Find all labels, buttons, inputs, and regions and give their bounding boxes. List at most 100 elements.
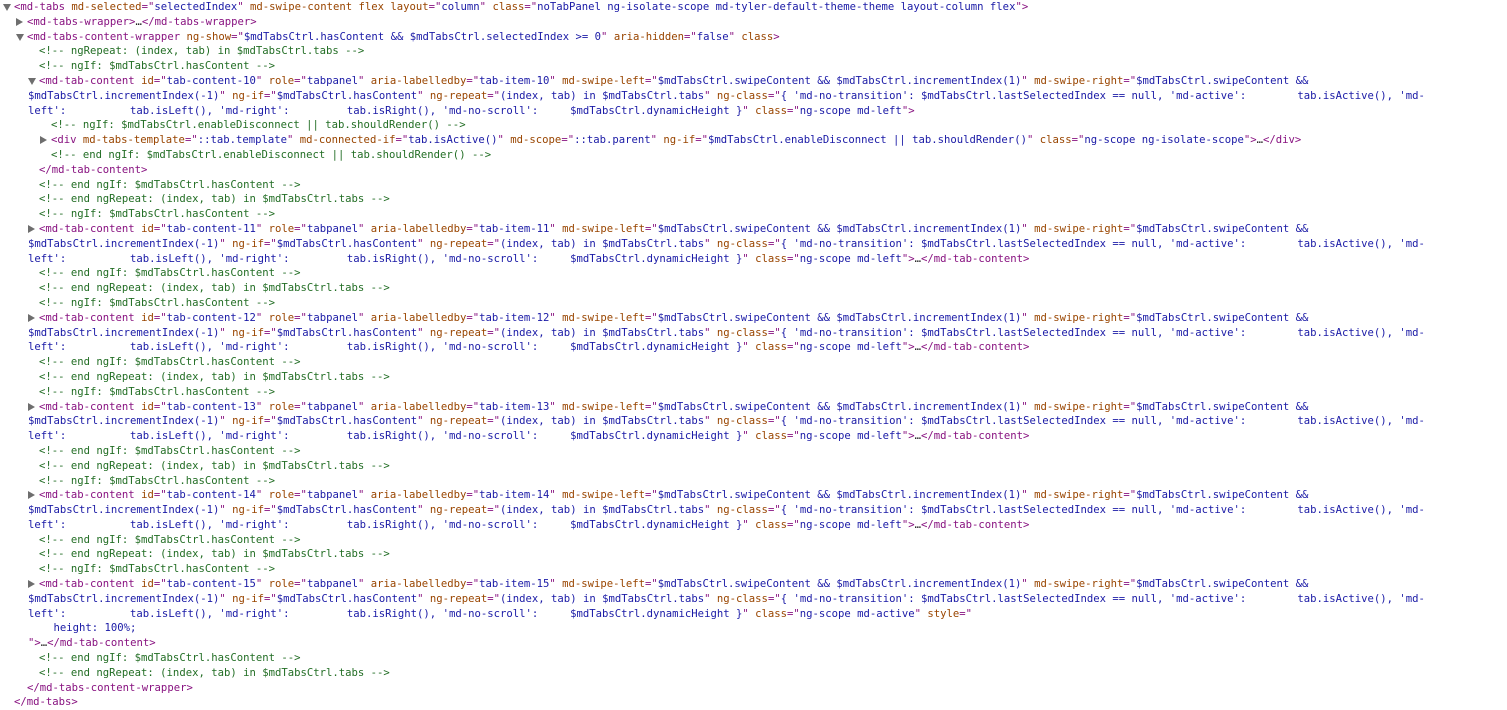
dom-node-row[interactable]: <!-- ngIf: $mdTabsCtrl.enableDisconnect …: [0, 118, 1507, 133]
dom-node-row[interactable]: </md-tabs>: [0, 695, 1507, 710]
dom-node-row[interactable]: $mdTabsCtrl.incrementIndex(-1)" ng-if="$…: [0, 592, 1507, 607]
tag-token: </md-tab-content>: [920, 252, 1030, 265]
collapse-triangle-right-icon[interactable]: [28, 313, 35, 322]
dom-node-row[interactable]: <!-- end ngIf: $mdTabsCtrl.hasContent --…: [0, 533, 1507, 548]
attr-name-token: class: [755, 607, 787, 620]
dom-node-row[interactable]: <!-- end ngRepeat: (index, tab) in $mdTa…: [0, 459, 1507, 474]
punct-token: ": [549, 578, 563, 591]
punct-token: ": [1021, 74, 1035, 87]
punct-token: =": [264, 415, 277, 428]
comment-token: <!-- end ngIf: $mdTabsCtrl.hasContent --…: [39, 444, 301, 457]
dom-node-row[interactable]: <!-- end ngRepeat: (index, tab) in $mdTa…: [0, 281, 1507, 296]
collapse-triangle-right-icon[interactable]: [40, 136, 47, 145]
comment-token: <!-- end ngIf: $mdTabsCtrl.hasContent --…: [39, 652, 301, 665]
punct-token: ": [255, 222, 269, 235]
dom-node-row[interactable]: $mdTabsCtrl.incrementIndex(-1)" ng-if="$…: [0, 326, 1507, 341]
dom-node-row[interactable]: <md-tab-content id="tab-content-15" role…: [0, 577, 1507, 592]
dom-node-row[interactable]: <md-tab-content id="tab-content-14" role…: [0, 488, 1507, 503]
dom-node-row[interactable]: left': tab.isLeft(), 'md-right': tab.isR…: [0, 518, 1507, 533]
dom-node-row[interactable]: $mdTabsCtrl.incrementIndex(-1)" ng-if="$…: [0, 237, 1507, 252]
dom-node-row[interactable]: <!-- ngIf: $mdTabsCtrl.hasContent -->: [0, 207, 1507, 222]
dom-node-row[interactable]: <md-tab-content id="tab-content-11" role…: [0, 222, 1507, 237]
dom-node-row[interactable]: left': tab.isLeft(), 'md-right': tab.isR…: [0, 340, 1507, 355]
dom-node-row[interactable]: $mdTabsCtrl.incrementIndex(-1)" ng-if="$…: [0, 89, 1507, 104]
punct-token: =": [395, 134, 409, 147]
punct-token: =": [153, 400, 167, 413]
attr-value-token: ::tab.parent: [574, 134, 651, 147]
dom-node-row[interactable]: </md-tabs-content-wrapper>: [0, 681, 1507, 696]
attr-value-token: left': tab.isLeft(), 'md-right': tab.isR…: [28, 341, 743, 354]
collapse-triangle-right-icon[interactable]: [28, 402, 35, 411]
attr-name-token: md-swipe-left: [562, 222, 646, 235]
attr-name-token: md-swipe-left: [562, 311, 646, 324]
punct-token: =": [787, 252, 800, 265]
expand-triangle-down-icon[interactable]: [28, 77, 36, 85]
tag-token: <md-tabs-wrapper>: [27, 15, 136, 28]
punct-token: =": [153, 222, 167, 235]
dom-node-row[interactable]: <!-- end ngIf: $mdTabsCtrl.hasContent --…: [0, 266, 1507, 281]
dom-node-row[interactable]: left': tab.isLeft(), 'md-right': tab.isR…: [0, 607, 1507, 622]
attr-name-token: id: [141, 489, 154, 502]
comment-token: <!-- end ngRepeat: (index, tab) in $mdTa…: [39, 548, 390, 561]
dom-node-row[interactable]: <!-- ngIf: $mdTabsCtrl.hasContent -->: [0, 59, 1507, 74]
punct-token: =": [645, 400, 658, 413]
dom-node-row[interactable]: <div md-tabs-template="::tab.template" m…: [0, 133, 1507, 148]
dom-node-row[interactable]: <!-- end ngIf: $mdTabsCtrl.hasContent --…: [0, 651, 1507, 666]
attr-value-token: $mdTabsCtrl.hasContent: [276, 237, 418, 250]
punct-token: ">: [901, 341, 915, 354]
collapse-triangle-right-icon[interactable]: [28, 491, 35, 500]
dom-node-row[interactable]: <md-tabs-wrapper>…</md-tabs-wrapper>: [0, 15, 1507, 30]
dom-node-row[interactable]: height: 100%;: [0, 621, 1507, 636]
expand-triangle-down-icon[interactable]: [16, 33, 24, 41]
punct-token: ": [219, 326, 233, 339]
dom-node-row[interactable]: <!-- end ngRepeat: (index, tab) in $mdTa…: [0, 192, 1507, 207]
dom-node-row[interactable]: <!-- ngIf: $mdTabsCtrl.hasContent -->: [0, 385, 1507, 400]
dom-node-row[interactable]: left': tab.isLeft(), 'md-right': tab.isR…: [0, 104, 1507, 119]
dom-node-row[interactable]: <!-- end ngIf: $mdTabsCtrl.enableDisconn…: [0, 148, 1507, 163]
attr-name-token: id: [141, 400, 154, 413]
collapse-triangle-right-icon[interactable]: [16, 17, 23, 26]
dom-node-row[interactable]: <!-- end ngIf: $mdTabsCtrl.hasContent --…: [0, 444, 1507, 459]
attr-value-token: $mdTabsCtrl.incrementIndex(-1): [28, 504, 220, 517]
dom-node-row[interactable]: <md-tab-content id="tab-content-10" role…: [0, 74, 1507, 89]
dom-node-row[interactable]: $mdTabsCtrl.incrementIndex(-1)" ng-if="$…: [0, 503, 1507, 518]
attr-value-token: $mdTabsCtrl.swipeContent &&: [1136, 311, 1309, 324]
collapse-triangle-right-icon[interactable]: [28, 224, 35, 233]
attr-name-token: id: [141, 74, 154, 87]
dom-node-row[interactable]: $mdTabsCtrl.incrementIndex(-1)" ng-if="$…: [0, 414, 1507, 429]
dom-node-row[interactable]: <!-- ngIf: $mdTabsCtrl.hasContent -->: [0, 562, 1507, 577]
dom-node-row[interactable]: <!-- end ngRepeat: (index, tab) in $mdTa…: [0, 370, 1507, 385]
dom-node-row[interactable]: <!-- end ngRepeat: (index, tab) in $mdTa…: [0, 547, 1507, 562]
attr-value-token: tab-item-11: [479, 222, 550, 235]
dom-node-row[interactable]: left': tab.isLeft(), 'md-right': tab.isR…: [0, 252, 1507, 267]
punct-token: ": [728, 30, 742, 43]
dom-node-row[interactable]: <md-tabs-content-wrapper ng-show="$mdTab…: [0, 30, 1507, 45]
attr-name-token: ng-if: [232, 326, 264, 339]
dom-node-row[interactable]: <md-tab-content id="tab-content-13" role…: [0, 400, 1507, 415]
punct-token: =": [1123, 578, 1137, 591]
dom-node-row[interactable]: ">…</md-tab-content>: [0, 636, 1507, 651]
punct-token: =": [487, 504, 501, 517]
attr-value-token: $mdTabsCtrl.incrementIndex(-1): [28, 592, 220, 605]
dom-node-row[interactable]: <md-tabs md-selected="selectedIndex" md-…: [0, 0, 1507, 15]
tag-token: <md-tab-content: [39, 489, 142, 502]
punct-token: ": [357, 74, 371, 87]
dom-node-row[interactable]: <!-- ngRepeat: (index, tab) in $mdTabsCt…: [0, 44, 1507, 59]
dom-node-row[interactable]: <md-tab-content id="tab-content-12" role…: [0, 311, 1507, 326]
attr-name-token: ng-repeat: [429, 89, 488, 102]
dom-node-row[interactable]: <!-- end ngIf: $mdTabsCtrl.hasContent --…: [0, 178, 1507, 193]
punct-token: ": [1021, 222, 1035, 235]
dom-node-row[interactable]: <!-- ngIf: $mdTabsCtrl.hasContent -->: [0, 296, 1507, 311]
attr-value-token: $mdTabsCtrl.swipeContent &&: [1136, 400, 1309, 413]
attr-name-token: ng-if: [232, 237, 264, 250]
expand-triangle-down-icon[interactable]: [3, 4, 11, 11]
dom-node-row[interactable]: </md-tab-content>: [0, 163, 1507, 178]
dom-node-row[interactable]: left': tab.isLeft(), 'md-right': tab.isR…: [0, 429, 1507, 444]
punct-token: ": [417, 504, 430, 517]
dom-node-row[interactable]: <!-- end ngIf: $mdTabsCtrl.hasContent --…: [0, 355, 1507, 370]
dom-node-row[interactable]: <!-- end ngRepeat: (index, tab) in $mdTa…: [0, 666, 1507, 681]
comment-token: <!-- ngIf: $mdTabsCtrl.hasContent -->: [39, 385, 275, 398]
comment-token: <!-- end ngIf: $mdTabsCtrl.hasContent --…: [39, 533, 301, 546]
dom-node-row[interactable]: <!-- ngIf: $mdTabsCtrl.hasContent -->: [0, 474, 1507, 489]
collapse-triangle-right-icon[interactable]: [28, 580, 35, 589]
